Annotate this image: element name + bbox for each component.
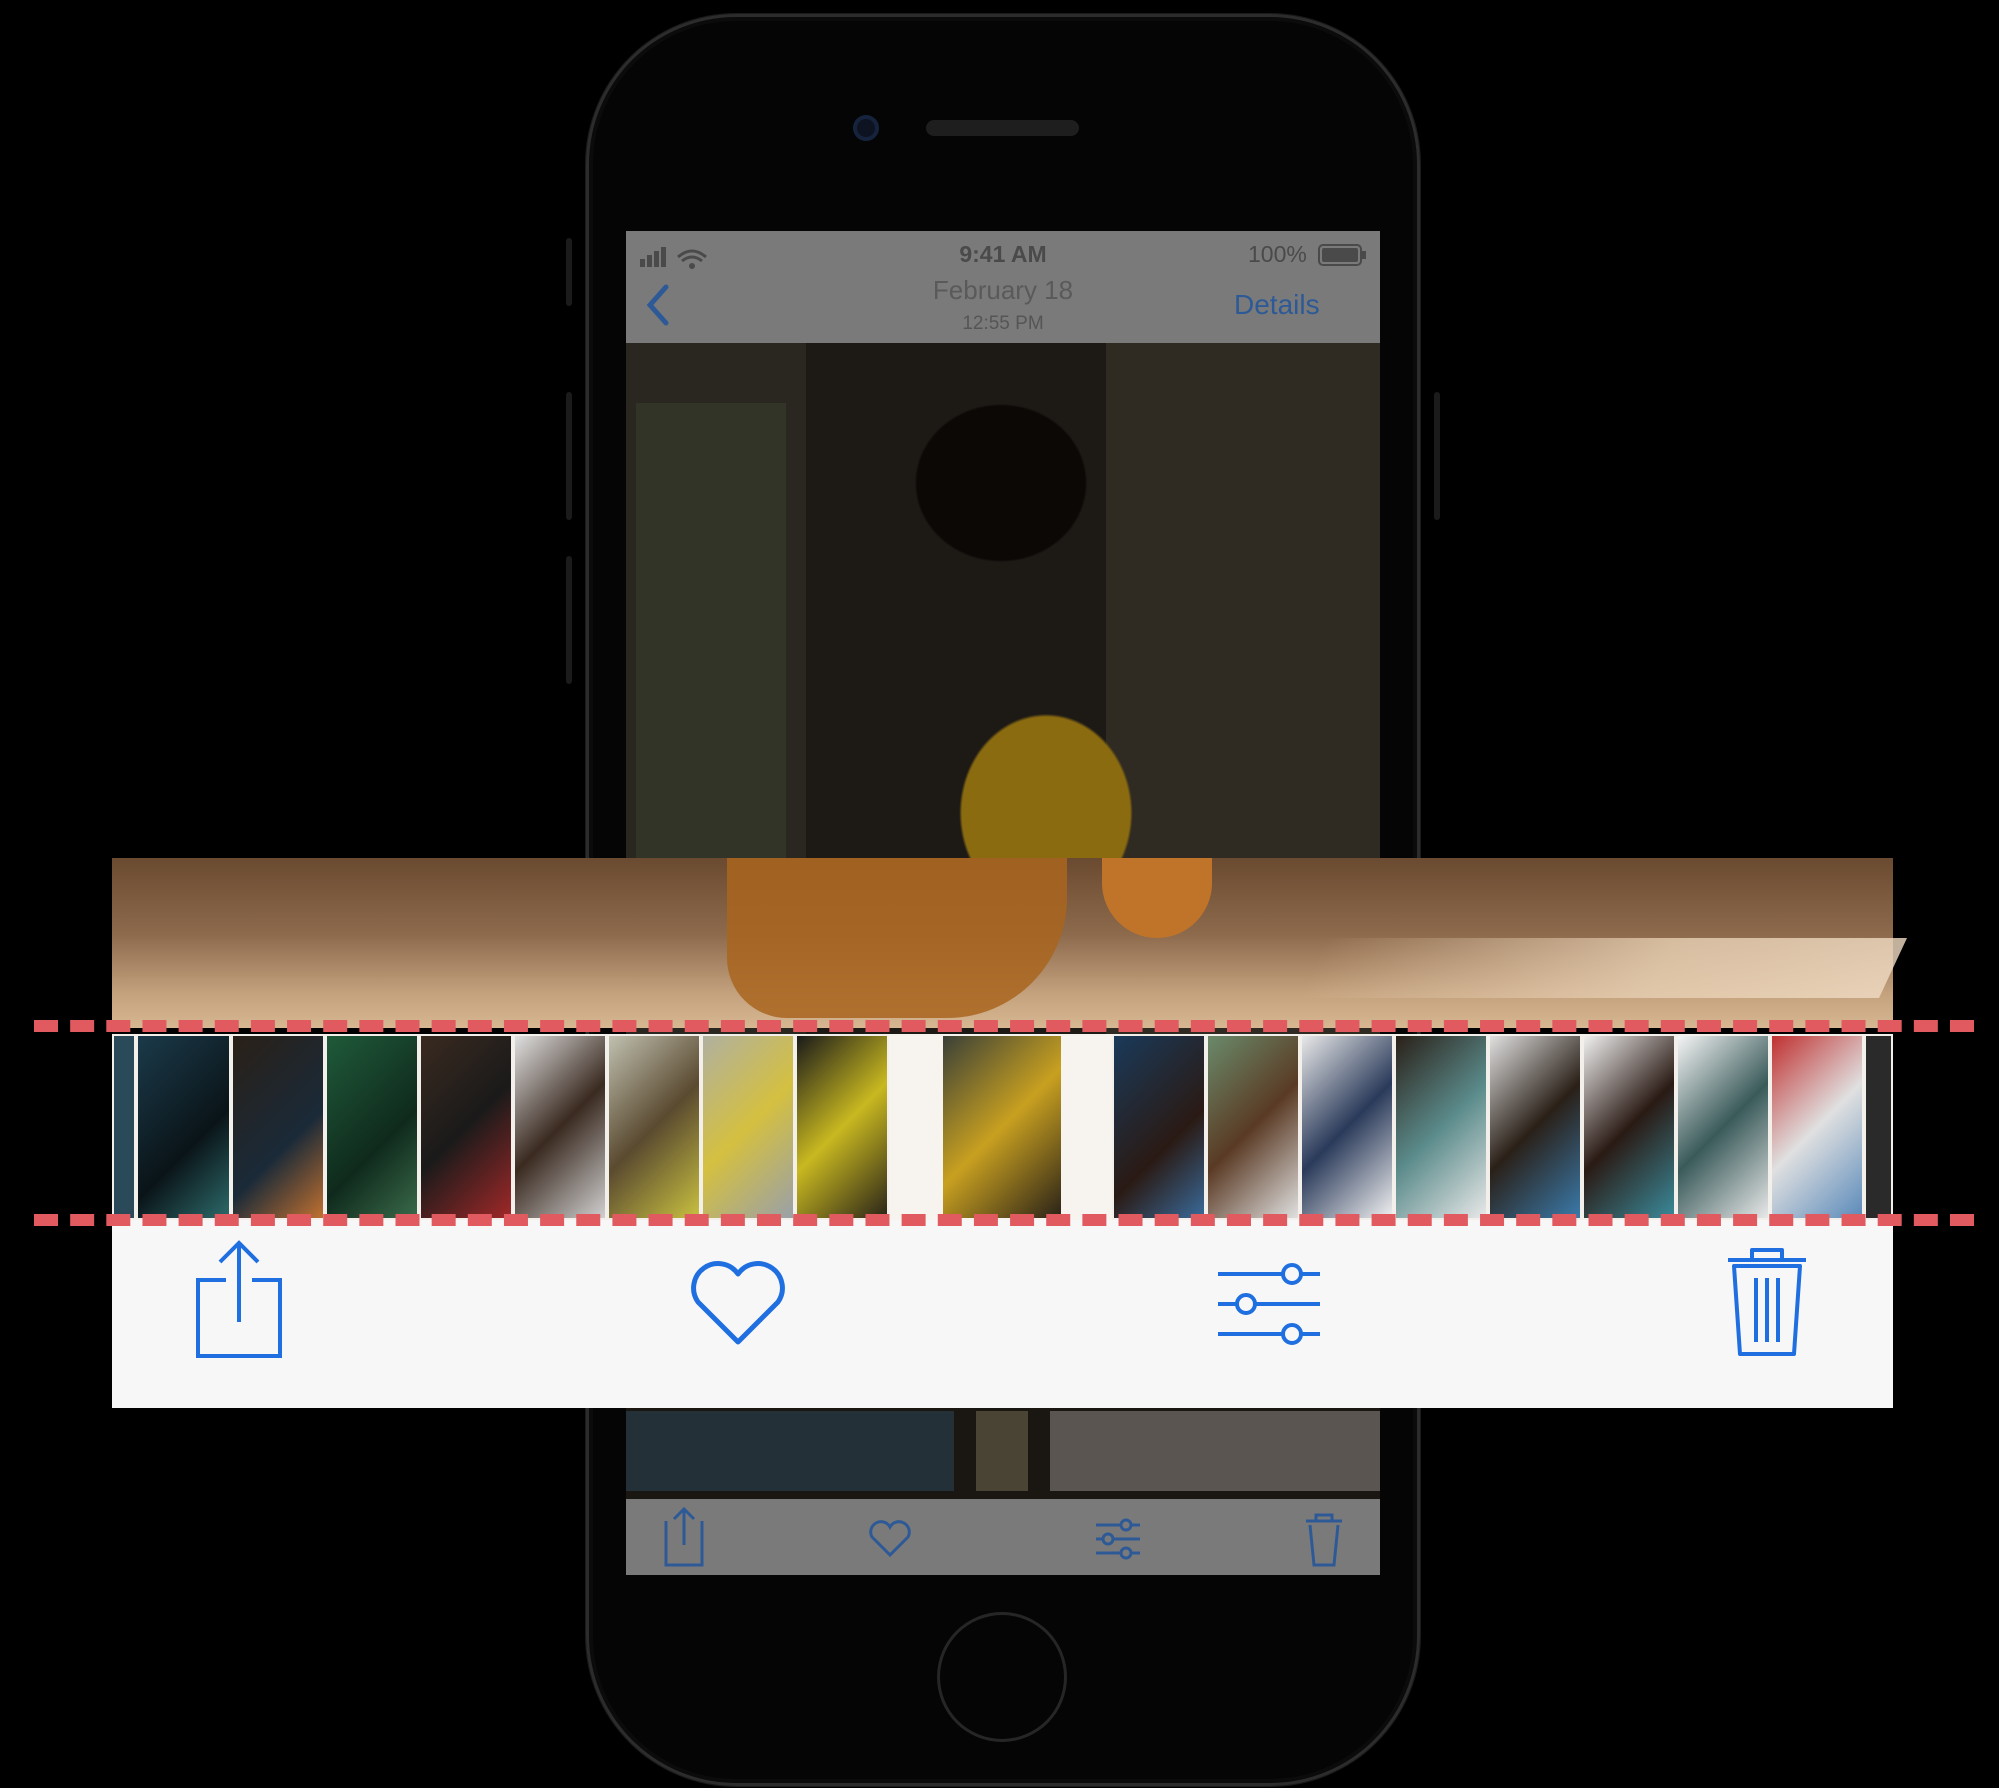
thumbnail[interactable] [1112, 1034, 1206, 1220]
volume-down-button [566, 556, 572, 684]
battery-icon [1318, 244, 1366, 266]
shirt-crop [727, 858, 1067, 1018]
thumbnail[interactable] [419, 1034, 513, 1220]
thumbnail[interactable] [1582, 1034, 1676, 1220]
hero-photo-crop [112, 858, 1907, 1028]
thumbnail[interactable] [701, 1034, 795, 1220]
share-icon[interactable] [192, 1238, 288, 1362]
speaker-grille [926, 120, 1079, 136]
mini-thumbnails [626, 1411, 1380, 1491]
thumbnail[interactable] [1770, 1034, 1864, 1220]
selected-thumbnail[interactable] [941, 1034, 1063, 1220]
mini-toolbar-icons [664, 1506, 1342, 1567]
thumbnail[interactable] [1394, 1034, 1488, 1220]
thumbnail[interactable] [231, 1034, 325, 1220]
front-camera [853, 115, 879, 141]
mute-switch [566, 238, 572, 306]
thumbnail[interactable] [1864, 1034, 1893, 1220]
thumbnail-strip[interactable] [112, 1034, 1893, 1220]
thumbnail[interactable] [1488, 1034, 1582, 1220]
highlight-line-top [34, 1020, 1974, 1032]
details-button[interactable]: Details [1234, 289, 1320, 321]
thumbnail[interactable] [136, 1034, 231, 1220]
thumbnail[interactable] [1206, 1034, 1300, 1220]
status-and-nav-bar: 9:41 AM 100% February 18 12:55 PM Detail… [626, 231, 1380, 343]
battery-percent: 100% [1248, 241, 1307, 267]
trash-icon[interactable] [1722, 1242, 1812, 1362]
thumbnail[interactable] [513, 1034, 607, 1220]
thumbnail[interactable] [1300, 1034, 1394, 1220]
hand-crop [1102, 858, 1212, 938]
thumbnail[interactable] [607, 1034, 701, 1220]
adjust-icon[interactable] [1214, 1260, 1324, 1350]
photo-toolbar [112, 1220, 1893, 1408]
mini-toolbar [626, 1499, 1380, 1575]
photo-window [636, 403, 786, 863]
heart-icon[interactable] [688, 1260, 788, 1348]
home-button[interactable] [937, 1612, 1067, 1742]
volume-up-button [566, 392, 572, 520]
thumbnail[interactable] [1676, 1034, 1770, 1220]
power-button [1434, 392, 1440, 520]
thumbnail[interactable] [325, 1034, 419, 1220]
highlight-line-bottom [34, 1214, 1974, 1226]
mini-thumbnail-strip [626, 1411, 1380, 1491]
light-shine [1298, 938, 1907, 998]
zoomed-callout [112, 858, 1907, 1408]
thumbnail[interactable] [112, 1034, 136, 1220]
thumbnail[interactable] [795, 1034, 889, 1220]
